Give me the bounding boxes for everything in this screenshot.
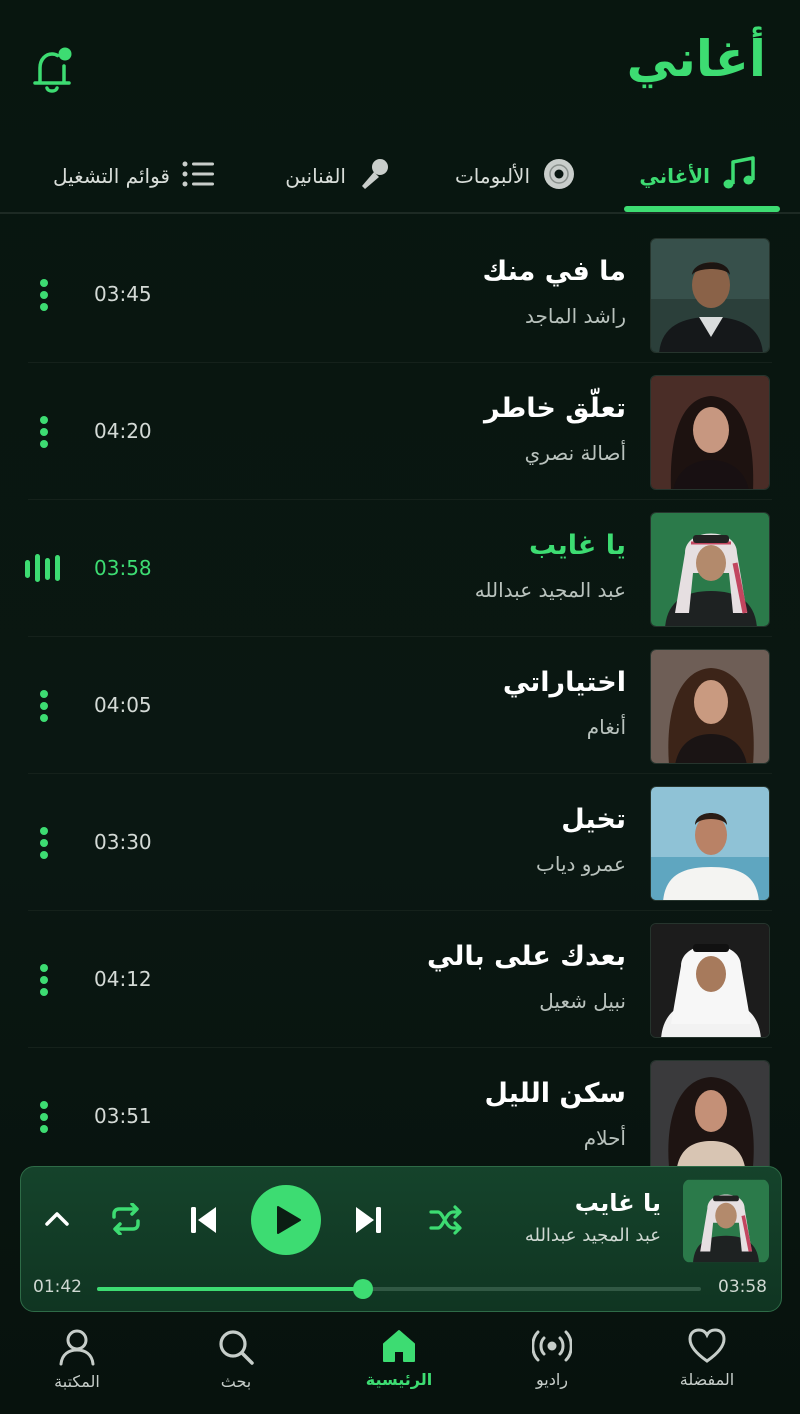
song-title: ما في منك: [482, 256, 626, 287]
radio-icon: [487, 1328, 617, 1364]
more-options-icon[interactable]: [36, 415, 52, 449]
shuffle-button[interactable]: [429, 1205, 463, 1239]
user-icon: [12, 1328, 142, 1366]
nav-label: بحث: [220, 1372, 252, 1391]
song-row[interactable]: بعدك على بالي نبيل شعيل 04:12: [28, 911, 772, 1048]
nav-search[interactable]: بحث: [171, 1328, 301, 1408]
bell-icon[interactable]: [30, 44, 78, 96]
search-icon: [171, 1328, 301, 1366]
song-artist: عبد المجيد عبدالله: [474, 578, 626, 602]
tab-label: قوائم التشغيل: [52, 164, 170, 188]
nav-label: الرئيسية: [365, 1370, 433, 1389]
song-artist: نبيل شعيل: [539, 989, 626, 1013]
music-note-icon: [722, 155, 756, 197]
more-options-icon[interactable]: [36, 1100, 52, 1134]
bottom-navigation: المفضلة راديو الرئيسية بحث المكتبة: [0, 1318, 800, 1414]
repeat-button[interactable]: [109, 1202, 143, 1239]
song-artist: عمرو دياب: [536, 852, 626, 876]
nav-favorites[interactable]: المفضلة: [642, 1328, 772, 1408]
album-art: [650, 1060, 770, 1166]
song-duration: 03:30: [94, 830, 152, 854]
song-row[interactable]: سكن الليل أحلام 03:51: [28, 1048, 772, 1185]
nav-home[interactable]: الرئيسية: [334, 1328, 464, 1408]
more-options-icon[interactable]: [36, 689, 52, 723]
song-title: تخيل: [561, 804, 626, 835]
repeat-icon: [109, 1202, 143, 1239]
song-artist: أنغام: [586, 715, 626, 739]
song-duration: 03:45: [94, 282, 152, 306]
more-options-icon[interactable]: [36, 963, 52, 997]
elapsed-time: 01:42: [33, 1277, 82, 1297]
song-duration: 03:51: [94, 1104, 152, 1128]
nav-radio[interactable]: راديو: [487, 1328, 617, 1408]
song-artist: راشد الماجد: [525, 304, 626, 328]
song-duration: 03:58: [94, 556, 152, 580]
skip-previous-icon: [189, 1207, 219, 1239]
tab-playlists[interactable]: قوائم التشغيل: [53, 140, 216, 212]
disc-icon: [542, 157, 576, 196]
next-button[interactable]: [353, 1205, 383, 1239]
active-tab-indicator: [624, 206, 780, 212]
tab-label: الأغاني: [639, 164, 710, 188]
app-screen: أغاني الأغاني الألبومات الفنانين قوائم ا…: [0, 0, 800, 1414]
chevron-up-icon: [43, 1212, 71, 1235]
more-options-icon[interactable]: [36, 278, 52, 312]
play-button[interactable]: [251, 1185, 321, 1255]
equalizer-icon: [24, 552, 60, 584]
shuffle-icon: [429, 1205, 463, 1239]
previous-button[interactable]: [189, 1205, 219, 1239]
album-art: [650, 649, 770, 764]
category-tabs: الأغاني الألبومات الفنانين قوائم التشغيل: [0, 140, 800, 214]
progress-bar[interactable]: [97, 1279, 701, 1299]
player-album-art: [683, 1179, 769, 1263]
total-time: 03:58: [718, 1277, 767, 1297]
song-row[interactable]: ما في منك راشد الماجد 03:45: [28, 226, 772, 363]
song-row[interactable]: اختياراتي أنغام 04:05: [28, 637, 772, 774]
album-art: [650, 786, 770, 901]
song-duration: 04:12: [94, 967, 152, 991]
page-title: أغاني: [626, 30, 766, 88]
skip-next-icon: [353, 1207, 383, 1239]
tab-artists[interactable]: الفنانين: [285, 140, 390, 212]
song-title: يا غايب: [529, 530, 626, 561]
more-options-icon[interactable]: [36, 826, 52, 860]
tab-label: الألبومات: [454, 164, 530, 188]
microphone-icon: [358, 157, 390, 196]
heart-icon: [642, 1328, 772, 1364]
tab-label: الفنانين: [285, 164, 346, 188]
list-icon: [182, 160, 216, 193]
song-title: اختياراتي: [502, 667, 626, 698]
mini-player[interactable]: يا غايب عبد المجيد عبدالله 01:42 03:58: [20, 1166, 782, 1312]
song-row[interactable]: تعلّق خاطر أصالة نصري 04:20: [28, 363, 772, 500]
progress-fill: [97, 1287, 363, 1291]
song-title: بعدك على بالي: [426, 941, 626, 972]
song-title: تعلّق خاطر: [484, 393, 626, 424]
progress-handle[interactable]: [352, 1279, 373, 1299]
album-art: [650, 923, 770, 1038]
expand-player-button[interactable]: [43, 1207, 71, 1235]
home-icon: [334, 1328, 464, 1364]
nav-label: راديو: [535, 1370, 568, 1389]
nav-label: المفضلة: [679, 1370, 735, 1389]
song-duration: 04:20: [94, 419, 152, 443]
nav-label: المكتبة: [54, 1372, 100, 1391]
tab-songs[interactable]: الأغاني: [639, 140, 756, 212]
header: أغاني: [0, 0, 800, 140]
song-artist: أصالة نصري: [524, 441, 626, 465]
song-title: سكن الليل: [484, 1078, 627, 1109]
tab-albums[interactable]: الألبومات: [455, 140, 576, 212]
song-row-playing[interactable]: يا غايب عبد المجيد عبدالله 03:58: [25, 500, 772, 637]
play-icon: [275, 1205, 303, 1239]
album-art: [650, 375, 770, 490]
player-song-artist: عبد المجيد عبدالله: [524, 1225, 661, 1246]
album-art: [650, 238, 770, 353]
nav-library[interactable]: المكتبة: [12, 1328, 142, 1408]
song-duration: 04:05: [94, 693, 152, 717]
song-row[interactable]: تخيل عمرو دياب 03:30: [28, 774, 772, 911]
album-art: [650, 512, 770, 627]
player-song-title: يا غايب: [574, 1189, 661, 1217]
song-artist: أحلام: [583, 1126, 626, 1150]
